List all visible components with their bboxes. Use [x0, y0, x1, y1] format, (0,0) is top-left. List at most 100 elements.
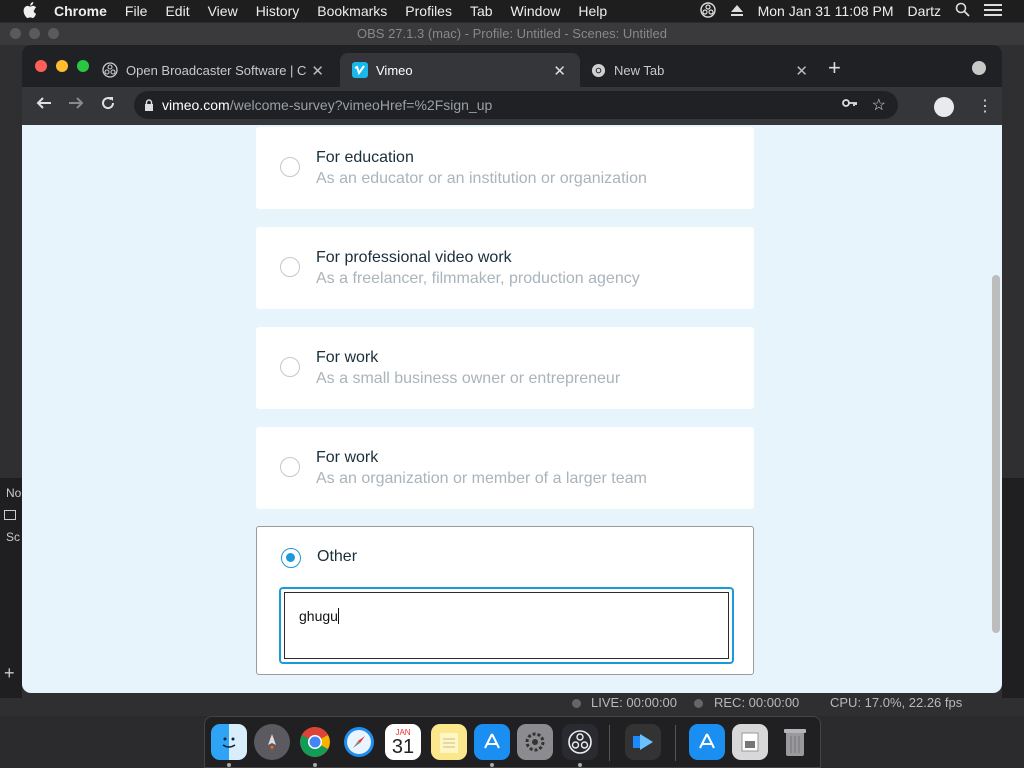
bookmark-star-icon[interactable]: ☆	[872, 95, 886, 115]
safari-icon[interactable]	[341, 724, 377, 760]
chrome-icon[interactable]	[297, 724, 333, 760]
close-window-button[interactable]	[35, 60, 47, 72]
menu-window[interactable]: Window	[511, 3, 561, 19]
option-title: For work	[316, 349, 379, 366]
page-viewport: For education As an educator or an insti…	[22, 125, 1002, 693]
option-radio[interactable]	[280, 457, 300, 477]
back-icon[interactable]	[36, 95, 52, 116]
window-controls	[35, 60, 89, 72]
tab-obs[interactable]: Open Broadcaster Software | C ✕	[102, 53, 334, 87]
notes-icon[interactable]	[431, 724, 467, 760]
option-title: For professional video work	[316, 249, 512, 266]
menu-view[interactable]: View	[208, 3, 238, 19]
mac-dock: JAN 31	[204, 716, 821, 768]
survey-option-other[interactable]: Other ghugu	[256, 526, 754, 675]
option-radio-selected[interactable]	[281, 548, 301, 568]
menu-bookmarks[interactable]: Bookmarks	[317, 3, 387, 19]
obs-icon[interactable]	[562, 724, 598, 760]
password-key-icon[interactable]	[842, 96, 858, 112]
dock-separator	[609, 725, 610, 761]
option-title: For education	[316, 149, 414, 166]
menubar-user[interactable]: Dartz	[908, 3, 941, 19]
profile-avatar-icon[interactable]	[934, 97, 954, 117]
menubar-clock[interactable]: Mon Jan 31 11:08 PM	[758, 3, 894, 19]
finder-icon[interactable]	[211, 724, 247, 760]
menu-app-name[interactable]: Chrome	[54, 3, 107, 19]
running-indicator	[313, 763, 317, 767]
option-subtitle: As a freelancer, filmmaker, production a…	[316, 270, 640, 287]
obs-side-label-a: No	[6, 486, 22, 500]
minimize-window-button[interactable]	[56, 60, 68, 72]
menu-profiles[interactable]: Profiles	[405, 3, 452, 19]
screen-recorder-icon[interactable]	[625, 724, 661, 760]
tab-new-tab[interactable]: New Tab ✕	[590, 53, 818, 87]
obs-status-bar: LIVE: 00:00:00 REC: 00:00:00 CPU: 17.0%,…	[0, 691, 1024, 715]
tab-vimeo[interactable]: Vimeo ✕	[340, 53, 580, 87]
other-text-field[interactable]: ghugu	[284, 592, 729, 659]
menu-edit[interactable]: Edit	[165, 3, 189, 19]
url-path: /welcome-survey?vimeoHref=%2Fsign_up	[229, 97, 493, 113]
mac-menubar: Chrome File Edit View History Bookmarks …	[0, 0, 1024, 22]
obs-window-title: OBS 27.1.3 (mac) - Profile: Untitled - S…	[0, 23, 1024, 45]
close-tab-icon[interactable]: ✕	[311, 62, 324, 80]
obs-right-panel	[1002, 478, 1024, 698]
rec-indicator-icon	[694, 699, 703, 708]
eject-icon[interactable]	[730, 3, 744, 20]
obs-side-label-b: Sc	[6, 530, 21, 544]
chrome-icon	[590, 62, 606, 78]
option-subtitle: As a small business owner or entrepreneu…	[316, 370, 621, 387]
survey-option-small-business[interactable]: For work As a small business owner or en…	[256, 327, 754, 409]
chrome-menu-icon[interactable]: ⋮	[977, 96, 993, 116]
trash-icon[interactable]	[777, 724, 813, 760]
menu-tab[interactable]: Tab	[470, 3, 493, 19]
launchpad-icon[interactable]	[254, 724, 290, 760]
other-text-input[interactable]: ghugu	[279, 587, 734, 664]
zoom-window-button[interactable]	[77, 60, 89, 72]
tab-strip: Open Broadcaster Software | C ✕ Vimeo ✕ …	[22, 45, 1002, 87]
lock-icon[interactable]	[144, 99, 154, 111]
tab-search-icon[interactable]	[972, 61, 986, 75]
forward-icon[interactable]	[68, 95, 84, 116]
preview-icon[interactable]	[732, 724, 768, 760]
new-tab-plus-icon[interactable]: +	[828, 55, 841, 81]
dock-separator	[675, 725, 676, 761]
calendar-icon[interactable]: JAN 31	[385, 724, 421, 760]
text-caret	[337, 608, 339, 624]
menubar-status-area: Mon Jan 31 11:08 PM Dartz	[699, 0, 1024, 22]
menu-help[interactable]: Help	[578, 3, 607, 19]
close-tab-icon[interactable]: ✕	[553, 62, 566, 80]
live-indicator-icon	[572, 699, 581, 708]
address-bar[interactable]: vimeo.com/welcome-survey?vimeoHref=%2Fsi…	[134, 91, 898, 119]
system-preferences-icon[interactable]	[517, 724, 553, 760]
option-title: Other	[317, 548, 358, 565]
reload-icon[interactable]	[100, 95, 116, 116]
obs-sources-icon[interactable]	[4, 510, 16, 520]
obs-rec-time: REC: 00:00:00	[714, 695, 800, 710]
spotlight-search-icon[interactable]	[955, 2, 970, 20]
obs-status-icon[interactable]	[699, 1, 716, 21]
survey-option-education[interactable]: For education As an educator or an insti…	[256, 127, 754, 209]
apple-icon[interactable]	[20, 1, 40, 21]
app-store-downloads-icon[interactable]	[689, 724, 725, 760]
option-radio[interactable]	[280, 357, 300, 377]
survey-option-organization[interactable]: For work As an organization or member of…	[256, 427, 754, 509]
url-host: vimeo.com	[162, 97, 230, 113]
chrome-window: Open Broadcaster Software | C ✕ Vimeo ✕ …	[22, 45, 1002, 693]
calendar-day: 31	[391, 735, 415, 758]
option-radio[interactable]	[280, 157, 300, 177]
option-subtitle: As an organization or member of a larger…	[316, 470, 647, 487]
vimeo-icon	[352, 62, 368, 78]
obs-side-panel: No Sc +	[0, 478, 22, 698]
app-store-icon[interactable]	[474, 724, 510, 760]
page-scrollbar[interactable]	[992, 275, 1000, 633]
menu-history[interactable]: History	[256, 3, 300, 19]
obs-add-icon[interactable]: +	[4, 663, 15, 684]
option-title: For work	[316, 449, 379, 466]
close-tab-icon[interactable]: ✕	[795, 62, 808, 80]
running-indicator	[490, 763, 494, 767]
survey-option-professional[interactable]: For professional video work As a freelan…	[256, 227, 754, 309]
option-radio[interactable]	[280, 257, 300, 277]
menu-file[interactable]: File	[125, 3, 148, 19]
tab-label: New Tab	[614, 62, 665, 78]
control-center-icon[interactable]	[984, 3, 1002, 20]
